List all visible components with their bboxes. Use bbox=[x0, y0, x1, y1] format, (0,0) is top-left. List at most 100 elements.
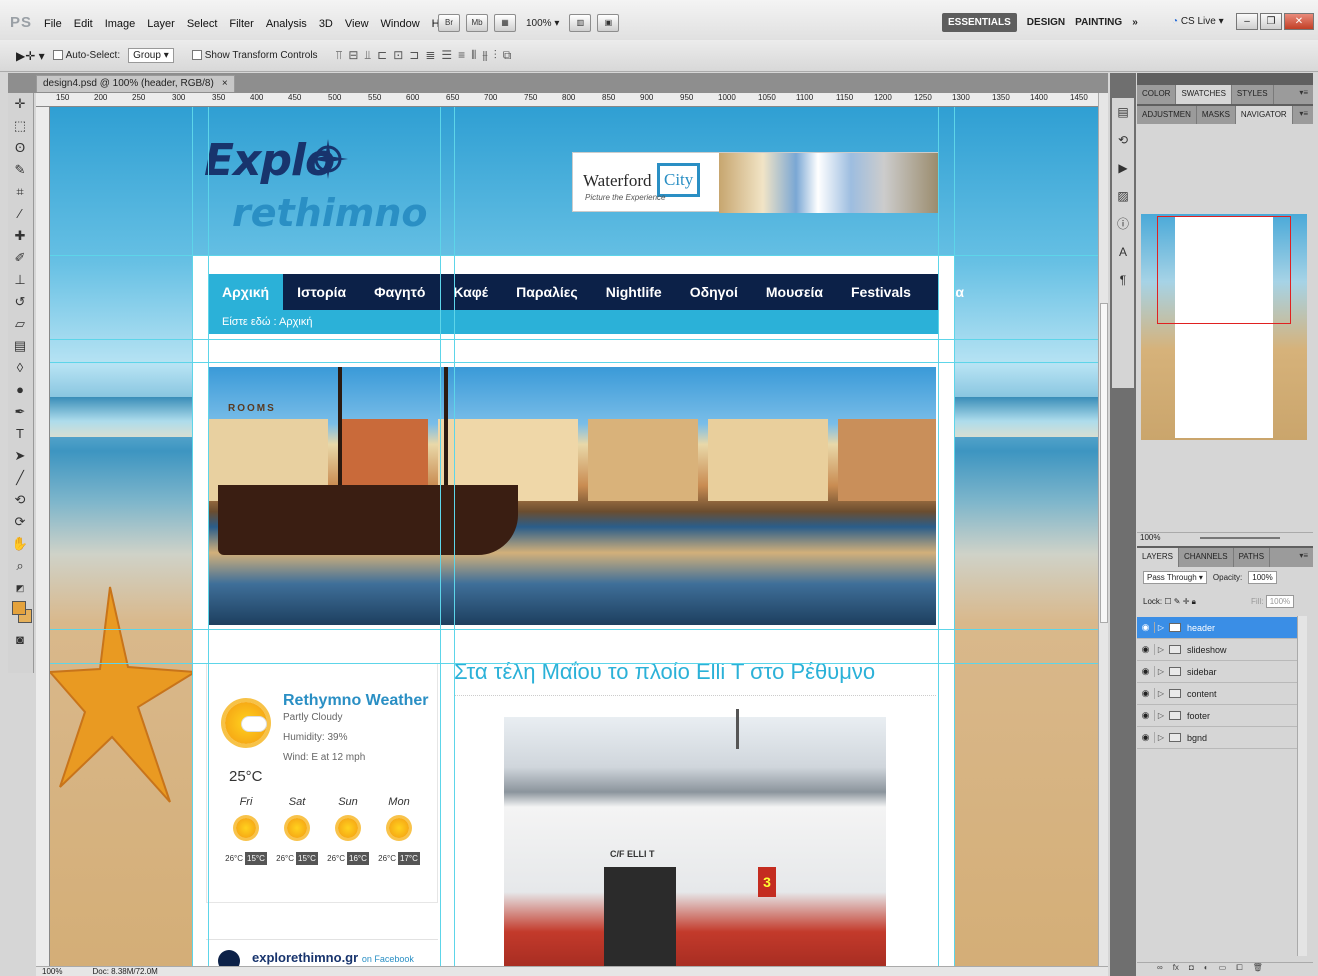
move-tool-icon[interactable]: ✛ bbox=[8, 93, 32, 115]
lock-transparent-icon[interactable]: ☐ bbox=[1164, 597, 1171, 606]
transform-controls-checkbox[interactable]: Show Transform Controls bbox=[191, 50, 318, 61]
bridge-button[interactable]: Br bbox=[438, 14, 460, 32]
menu-analysis[interactable]: Analysis bbox=[266, 18, 307, 30]
visibility-eye-icon[interactable]: ◉ bbox=[1137, 710, 1155, 721]
gradient-tool-icon[interactable]: ▤ bbox=[8, 335, 32, 357]
layer-row[interactable]: ◉ ▷ bgnd bbox=[1137, 727, 1301, 749]
menu-image[interactable]: Image bbox=[105, 18, 136, 30]
adjustment-layer-icon[interactable]: ◐ bbox=[1204, 963, 1209, 976]
facebook-box[interactable]: explorethimno.gr on Facebook bbox=[206, 939, 438, 967]
navigator-thumbnail[interactable] bbox=[1141, 214, 1307, 440]
document-canvas[interactable]: Explo rethimno Waterford City Picture th… bbox=[50, 107, 1098, 967]
menu-view[interactable]: View bbox=[345, 18, 369, 30]
nav-guides[interactable]: Οδηγοί bbox=[676, 274, 752, 310]
tab-styles[interactable]: STYLES bbox=[1232, 85, 1274, 104]
actions-panel-icon[interactable]: ▶ bbox=[1112, 154, 1134, 182]
clone-stamp-tool-icon[interactable]: ⊥ bbox=[8, 269, 32, 291]
auto-select-dropdown[interactable]: Group ▾ bbox=[128, 48, 174, 63]
lock-all-icon[interactable]: 🔒︎ bbox=[1192, 597, 1196, 606]
visibility-eye-icon[interactable]: ◉ bbox=[1137, 622, 1155, 633]
screen-mode-icon[interactable]: ▣ bbox=[597, 14, 620, 32]
slideshow-harbor-photo[interactable]: ROOMS bbox=[208, 367, 936, 625]
site-logo-rethimno[interactable]: rethimno bbox=[232, 191, 428, 235]
panel-menu-icon[interactable]: ▾≡ bbox=[1294, 85, 1313, 104]
workspace-design[interactable]: DESIGN bbox=[1027, 17, 1065, 28]
layers-scrollbar[interactable] bbox=[1297, 616, 1307, 956]
expand-arrow-icon[interactable]: ▷ bbox=[1155, 623, 1167, 632]
align-middle-icon[interactable]: ⊟ bbox=[348, 48, 358, 63]
navigator-zoom[interactable]: 100% bbox=[1140, 533, 1160, 542]
minimize-icon[interactable]: – bbox=[1236, 13, 1258, 30]
waterford-city-ad[interactable]: Waterford City Picture the Experience bbox=[572, 152, 939, 213]
distribute-bottom-icon[interactable]: ≡ bbox=[458, 48, 465, 63]
distribute-left-icon[interactable]: ⫴ bbox=[471, 48, 476, 63]
type-tool-icon[interactable]: T bbox=[8, 423, 32, 445]
layer-row[interactable]: ◉ ▷ slideshow bbox=[1137, 639, 1301, 661]
hand-tool-icon[interactable]: ✋ bbox=[8, 533, 32, 555]
brush-tool-icon[interactable]: ✐ bbox=[8, 247, 32, 269]
menu-edit[interactable]: Edit bbox=[74, 18, 93, 30]
crop-tool-icon[interactable]: ⌗ bbox=[8, 181, 32, 203]
expand-arrow-icon[interactable]: ▷ bbox=[1155, 645, 1167, 654]
tab-layers[interactable]: LAYERS bbox=[1137, 548, 1179, 567]
zoom-slider[interactable] bbox=[1200, 537, 1280, 539]
more-workspaces-icon[interactable]: » bbox=[1132, 17, 1138, 28]
history-panel-icon[interactable]: ⟲ bbox=[1112, 126, 1134, 154]
align-left-icon[interactable]: ⊏ bbox=[377, 48, 387, 63]
vertical-ruler[interactable] bbox=[36, 107, 50, 967]
canvas-vertical-scrollbar[interactable] bbox=[1098, 93, 1108, 967]
mini-bridge-button[interactable]: Mb bbox=[466, 14, 488, 32]
tab-navigator[interactable]: NAVIGATOR bbox=[1235, 106, 1293, 125]
shape-tool-icon[interactable]: ╱ bbox=[8, 467, 32, 489]
menu-filter[interactable]: Filter bbox=[229, 18, 253, 30]
blur-tool-icon[interactable]: ◊ bbox=[8, 357, 32, 379]
auto-select-checkbox[interactable]: Auto-Select: bbox=[52, 50, 120, 61]
nav-history[interactable]: Ιστορία bbox=[283, 274, 360, 310]
tab-adjustments[interactable]: ADJUSTMEN bbox=[1137, 106, 1197, 125]
navigator-view-box[interactable] bbox=[1157, 216, 1291, 324]
panel-menu-icon[interactable]: ▾≡ bbox=[1294, 106, 1313, 125]
auto-align-icon[interactable]: ⧉ bbox=[503, 48, 512, 63]
panel-menu-icon[interactable]: ▾≡ bbox=[1294, 548, 1313, 567]
lasso-tool-icon[interactable]: ʘ bbox=[8, 137, 32, 159]
extras-icon[interactable]: ▦ bbox=[494, 14, 516, 32]
3d-rotate-tool-icon[interactable]: ⟲ bbox=[8, 489, 32, 511]
pen-tool-icon[interactable]: ✒ bbox=[8, 401, 32, 423]
layer-row[interactable]: ◉ ▷ footer bbox=[1137, 705, 1301, 727]
cs-live-menu[interactable]: ◔ CS Live ▾ bbox=[1172, 16, 1224, 27]
distribute-middle-icon[interactable]: ☰ bbox=[441, 48, 452, 63]
healing-brush-tool-icon[interactable]: ✚ bbox=[8, 225, 32, 247]
character-panel-icon[interactable]: A bbox=[1112, 238, 1134, 266]
nav-news[interactable]: Νέα bbox=[925, 274, 978, 310]
expand-arrow-icon[interactable]: ▷ bbox=[1155, 667, 1167, 676]
horizontal-ruler[interactable]: 150 200 250 300 350 400 450 500 550 600 … bbox=[36, 93, 1098, 107]
visibility-eye-icon[interactable]: ◉ bbox=[1137, 732, 1155, 743]
layer-style-icon[interactable]: fx bbox=[1173, 963, 1179, 976]
visibility-eye-icon[interactable]: ◉ bbox=[1137, 688, 1155, 699]
history-brush-tool-icon[interactable]: ↺ bbox=[8, 291, 32, 313]
layer-row[interactable]: ◉ ▷ sidebar bbox=[1137, 661, 1301, 683]
document-tab[interactable]: design4.psd @ 100% (header, RGB/8) × bbox=[36, 75, 235, 92]
eyedropper-tool-icon[interactable]: ⁄ bbox=[8, 203, 32, 225]
distribute-top-icon[interactable]: ≣ bbox=[425, 48, 435, 63]
eraser-tool-icon[interactable]: ▱ bbox=[8, 313, 32, 335]
new-layer-icon[interactable]: ⧠ bbox=[1236, 963, 1242, 976]
visibility-eye-icon[interactable]: ◉ bbox=[1137, 644, 1155, 655]
expand-arrow-icon[interactable]: ▷ bbox=[1155, 733, 1167, 742]
menu-file[interactable]: File bbox=[44, 18, 62, 30]
distribute-right-icon[interactable]: ⫶ bbox=[494, 48, 497, 63]
close-icon[interactable]: ✕ bbox=[1284, 13, 1314, 30]
new-group-icon[interactable]: ▭ bbox=[1219, 963, 1227, 976]
default-colors-icon[interactable]: ◩ bbox=[8, 577, 32, 599]
color-swatches[interactable] bbox=[8, 599, 33, 629]
layer-row[interactable]: ◉ ▷ content bbox=[1137, 683, 1301, 705]
nav-food[interactable]: Φαγητό bbox=[360, 274, 439, 310]
opacity-input[interactable]: 100% bbox=[1248, 571, 1277, 584]
tab-masks[interactable]: MASKS bbox=[1197, 106, 1236, 125]
quick-select-tool-icon[interactable]: ✎ bbox=[8, 159, 32, 181]
status-zoom[interactable]: 100% bbox=[42, 967, 62, 976]
workspace-painting[interactable]: PAINTING bbox=[1075, 17, 1122, 28]
nav-beaches[interactable]: Παραλίες bbox=[502, 274, 592, 310]
foreground-color-swatch[interactable] bbox=[12, 601, 26, 615]
zoom-level-select[interactable]: 100% ▾ bbox=[522, 18, 563, 29]
